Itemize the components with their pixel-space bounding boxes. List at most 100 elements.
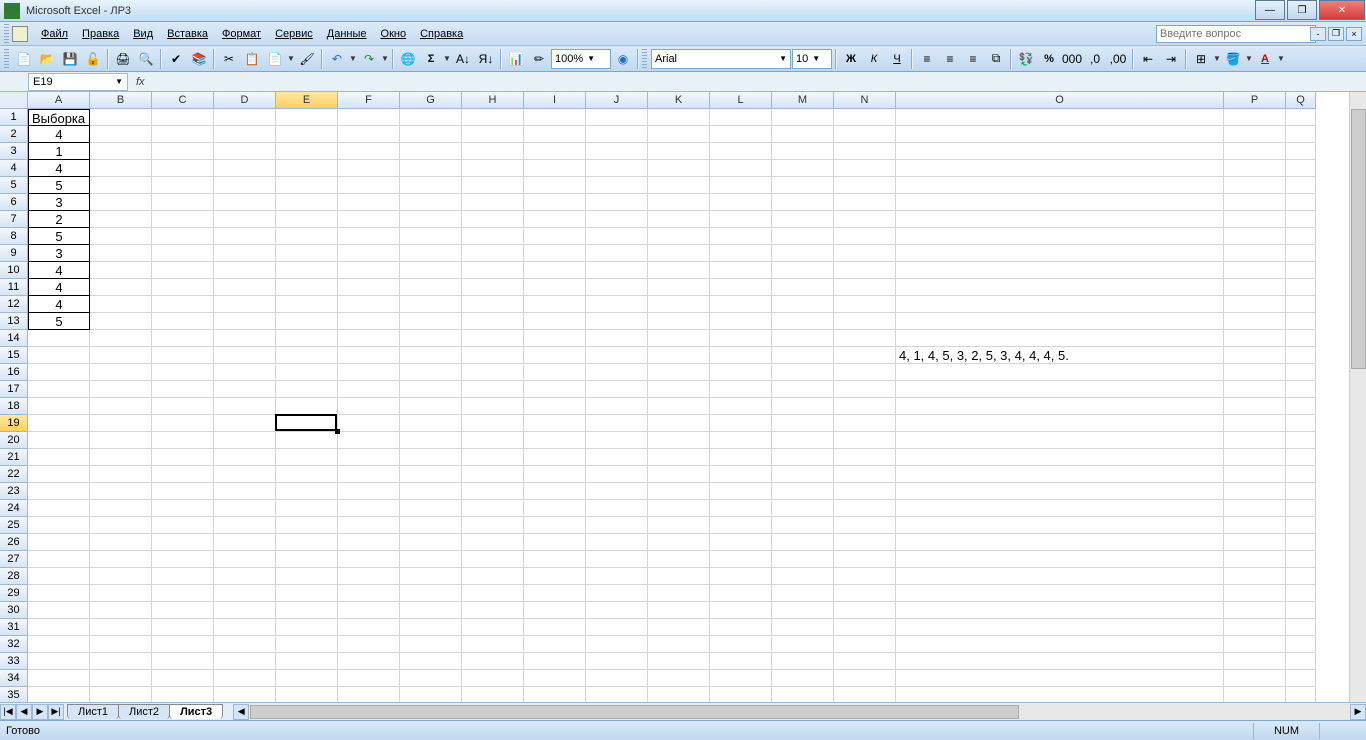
cell-K7[interactable] (648, 211, 710, 228)
cell-E22[interactable] (276, 466, 338, 483)
cell-F18[interactable] (338, 398, 400, 415)
cell-G6[interactable] (400, 194, 462, 211)
cell-L35[interactable] (710, 687, 772, 702)
cell-O33[interactable] (896, 653, 1224, 670)
cell-M16[interactable] (772, 364, 834, 381)
cell-E9[interactable] (276, 245, 338, 262)
cell-E33[interactable] (276, 653, 338, 670)
cell-E34[interactable] (276, 670, 338, 687)
cell-M35[interactable] (772, 687, 834, 702)
cell-C17[interactable] (152, 381, 214, 398)
percent-icon[interactable]: % (1038, 48, 1060, 70)
cell-I15[interactable] (524, 347, 586, 364)
cell-G15[interactable] (400, 347, 462, 364)
fill-color-icon[interactable]: 🪣 (1222, 48, 1244, 70)
cell-P32[interactable] (1224, 636, 1286, 653)
cell-D13[interactable] (214, 313, 276, 330)
cell-H31[interactable] (462, 619, 524, 636)
spreadsheet-grid[interactable]: ABCDEFGHIJKLMNOPQ 1234567891011121314151… (0, 92, 1366, 702)
cell-M13[interactable] (772, 313, 834, 330)
cell-C28[interactable] (152, 568, 214, 585)
cell-F27[interactable] (338, 551, 400, 568)
cell-L1[interactable] (710, 109, 772, 126)
cell-P5[interactable] (1224, 177, 1286, 194)
row-header-25[interactable]: 25 (0, 517, 28, 534)
cell-P17[interactable] (1224, 381, 1286, 398)
underline-icon[interactable]: Ч (886, 48, 908, 70)
cell-N10[interactable] (834, 262, 896, 279)
cell-I31[interactable] (524, 619, 586, 636)
cell-E10[interactable] (276, 262, 338, 279)
cell-M24[interactable] (772, 500, 834, 517)
cell-I27[interactable] (524, 551, 586, 568)
cell-C25[interactable] (152, 517, 214, 534)
cell-A30[interactable] (28, 602, 90, 619)
cell-P7[interactable] (1224, 211, 1286, 228)
cell-C23[interactable] (152, 483, 214, 500)
cell-J18[interactable] (586, 398, 648, 415)
cell-K30[interactable] (648, 602, 710, 619)
cell-K32[interactable] (648, 636, 710, 653)
sheet-tab-Лист2[interactable]: Лист2 (118, 704, 170, 719)
cell-P33[interactable] (1224, 653, 1286, 670)
cell-K19[interactable] (648, 415, 710, 432)
row-header-3[interactable]: 3 (0, 143, 28, 160)
cell-P4[interactable] (1224, 160, 1286, 177)
cell-G22[interactable] (400, 466, 462, 483)
cell-C5[interactable] (152, 177, 214, 194)
cell-F5[interactable] (338, 177, 400, 194)
cell-Q29[interactable] (1286, 585, 1316, 602)
cell-B19[interactable] (90, 415, 152, 432)
cell-E5[interactable] (276, 177, 338, 194)
cell-M7[interactable] (772, 211, 834, 228)
cell-C7[interactable] (152, 211, 214, 228)
cell-L6[interactable] (710, 194, 772, 211)
cell-Q26[interactable] (1286, 534, 1316, 551)
column-header-H[interactable]: H (462, 92, 524, 109)
cell-K24[interactable] (648, 500, 710, 517)
cell-L24[interactable] (710, 500, 772, 517)
cell-M23[interactable] (772, 483, 834, 500)
row-header-17[interactable]: 17 (0, 381, 28, 398)
spelling-icon[interactable]: ✔ (165, 48, 187, 70)
help-icon[interactable]: ◉ (612, 48, 634, 70)
cell-D33[interactable] (214, 653, 276, 670)
cell-H28[interactable] (462, 568, 524, 585)
cell-H1[interactable] (462, 109, 524, 126)
cell-E27[interactable] (276, 551, 338, 568)
font-size-combo[interactable]: 10▼ (792, 49, 832, 69)
cell-G18[interactable] (400, 398, 462, 415)
cell-C13[interactable] (152, 313, 214, 330)
cell-Q27[interactable] (1286, 551, 1316, 568)
cell-M29[interactable] (772, 585, 834, 602)
cell-A13[interactable]: 5 (28, 313, 90, 330)
cell-J16[interactable] (586, 364, 648, 381)
row-header-6[interactable]: 6 (0, 194, 28, 211)
cell-J22[interactable] (586, 466, 648, 483)
cell-E35[interactable] (276, 687, 338, 702)
cell-N2[interactable] (834, 126, 896, 143)
cell-P10[interactable] (1224, 262, 1286, 279)
cell-B16[interactable] (90, 364, 152, 381)
cell-A2[interactable]: 4 (28, 126, 90, 143)
cell-I4[interactable] (524, 160, 586, 177)
row-header-29[interactable]: 29 (0, 585, 28, 602)
row-header-15[interactable]: 15 (0, 347, 28, 364)
cell-Q35[interactable] (1286, 687, 1316, 702)
cell-P35[interactable] (1224, 687, 1286, 702)
cell-E13[interactable] (276, 313, 338, 330)
cell-H10[interactable] (462, 262, 524, 279)
cell-B23[interactable] (90, 483, 152, 500)
cell-M2[interactable] (772, 126, 834, 143)
cell-B7[interactable] (90, 211, 152, 228)
cell-Q22[interactable] (1286, 466, 1316, 483)
cell-Q23[interactable] (1286, 483, 1316, 500)
cell-O27[interactable] (896, 551, 1224, 568)
cell-F4[interactable] (338, 160, 400, 177)
cell-E14[interactable] (276, 330, 338, 347)
cell-F1[interactable] (338, 109, 400, 126)
cell-A29[interactable] (28, 585, 90, 602)
cell-P28[interactable] (1224, 568, 1286, 585)
cell-D21[interactable] (214, 449, 276, 466)
cell-C34[interactable] (152, 670, 214, 687)
